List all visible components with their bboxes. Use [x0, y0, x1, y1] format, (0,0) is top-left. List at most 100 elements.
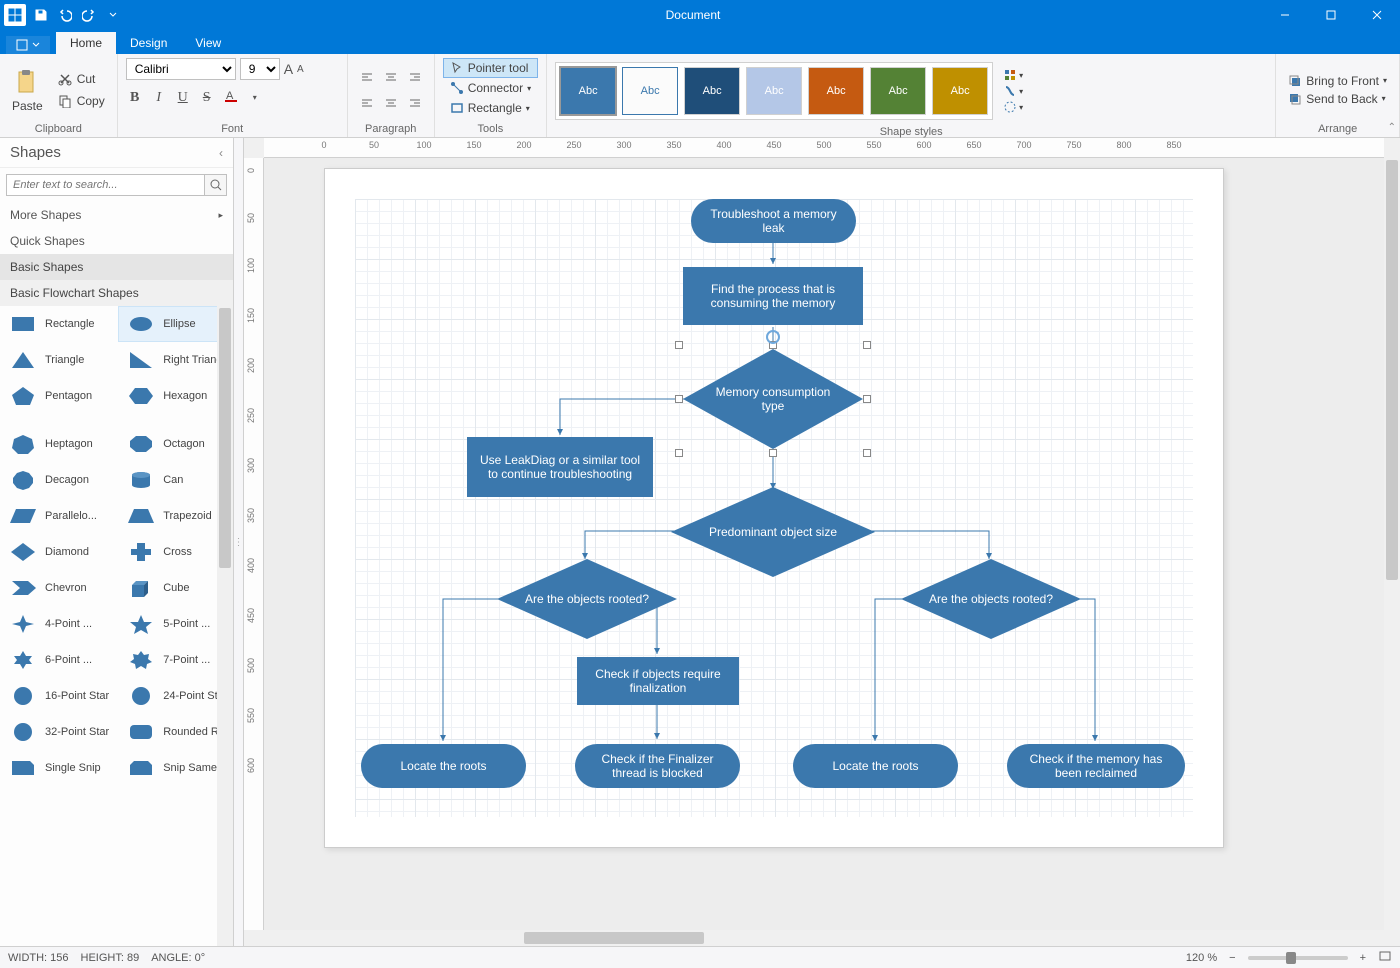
vertical-scrollbar[interactable]: [1384, 158, 1400, 930]
shape-stencil-item[interactable]: Rounded Rectangle: [118, 714, 233, 750]
copy-button[interactable]: Copy: [53, 91, 109, 111]
canvas-viewport[interactable]: Troubleshoot a memory leak Find the proc…: [264, 158, 1384, 930]
undo-icon[interactable]: [54, 4, 76, 26]
shape-stencil-item[interactable]: 4-Point ...: [0, 606, 118, 642]
shape-stencil-item[interactable]: Cube: [118, 570, 233, 606]
shape-stencil-item[interactable]: Single Snip: [0, 750, 118, 786]
shape-style-swatch[interactable]: Abc: [932, 67, 988, 115]
strike-button[interactable]: S: [198, 90, 216, 106]
font-name-select[interactable]: Calibri: [126, 58, 236, 80]
shape-style-swatch[interactable]: Abc: [746, 67, 802, 115]
node-start[interactable]: Troubleshoot a memory leak: [691, 199, 856, 243]
shape-style-gallery[interactable]: AbcAbcAbcAbcAbcAbcAbc: [555, 62, 993, 120]
align-top-right[interactable]: [404, 67, 426, 89]
close-button[interactable]: [1354, 0, 1400, 30]
align-bottom-left[interactable]: [356, 91, 378, 113]
more-shapes-link[interactable]: More Shapes▸: [0, 202, 233, 228]
rotate-handle-icon[interactable]: [765, 329, 781, 345]
shape-stencil-item[interactable]: Heptagon: [0, 426, 118, 462]
shape-stencil-item[interactable]: Cross: [118, 534, 233, 570]
shape-style-swatch[interactable]: Abc: [684, 67, 740, 115]
node-process-finalization[interactable]: Check if objects require finalization: [577, 657, 739, 705]
shape-stencil-item[interactable]: Pentagon: [0, 378, 118, 414]
cut-button[interactable]: Cut: [53, 69, 109, 89]
qat-dropdown-icon[interactable]: [102, 4, 124, 26]
align-bottom-right[interactable]: [404, 91, 426, 113]
rectangle-tool-button[interactable]: Rectangle ▾: [443, 98, 538, 118]
file-menu[interactable]: [6, 36, 50, 54]
shapes-search-input[interactable]: [6, 174, 205, 196]
paste-button[interactable]: Paste: [8, 65, 47, 115]
node-terminal-finalizer[interactable]: Check if the Finalizer thread is blocked: [575, 744, 740, 788]
minimize-button[interactable]: [1262, 0, 1308, 30]
shape-stencil-item[interactable]: Triangle: [0, 342, 118, 378]
zoom-slider[interactable]: [1248, 956, 1348, 960]
decrease-font-icon[interactable]: A: [297, 64, 304, 75]
shape-stencil-item[interactable]: Ellipse: [118, 306, 233, 342]
align-top-left[interactable]: [356, 67, 378, 89]
shape-stencil-item[interactable]: Can: [118, 462, 233, 498]
underline-button[interactable]: U: [174, 90, 192, 106]
node-decision-rooted-left[interactable]: Are the objects rooted?: [497, 559, 677, 639]
bring-front-button[interactable]: Bring to Front▾: [1284, 73, 1391, 89]
shape-stencil-item[interactable]: 7-Point ...: [118, 642, 233, 678]
shape-stencil-item[interactable]: Chevron: [0, 570, 118, 606]
node-terminal-reclaimed[interactable]: Check if the memory has been reclaimed: [1007, 744, 1185, 788]
align-bottom-center[interactable]: [380, 91, 402, 113]
tab-home[interactable]: Home: [56, 32, 116, 54]
font-color-button[interactable]: A: [222, 88, 240, 107]
style-line-button[interactable]: ▾: [1003, 84, 1023, 98]
quick-shapes-link[interactable]: Quick Shapes: [0, 228, 233, 254]
shape-stencil-item[interactable]: 24-Point Star: [118, 678, 233, 714]
bold-button[interactable]: B: [126, 90, 144, 106]
shape-stencil-item[interactable]: Right Triangle: [118, 342, 233, 378]
shape-stencil-item[interactable]: Rectangle: [0, 306, 118, 342]
font-size-select[interactable]: 9: [240, 58, 280, 80]
increase-font-icon[interactable]: A: [284, 61, 293, 77]
shape-stencil-item[interactable]: Snip Same: [118, 750, 233, 786]
shape-style-swatch[interactable]: Abc: [622, 67, 678, 115]
collapse-panel-icon[interactable]: ‹: [219, 146, 223, 160]
shape-style-swatch[interactable]: Abc: [560, 67, 616, 115]
pointer-tool-button[interactable]: Pointer tool: [443, 58, 538, 78]
horizontal-scrollbar[interactable]: [264, 930, 1384, 946]
shape-stencil-item[interactable]: 32-Point Star: [0, 714, 118, 750]
zoom-in-button[interactable]: +: [1360, 952, 1366, 964]
font-color-dropdown[interactable]: ▾: [246, 93, 264, 102]
node-terminal-roots-1[interactable]: Locate the roots: [361, 744, 526, 788]
ribbon-collapse-icon[interactable]: ⌃: [1388, 122, 1396, 133]
redo-icon[interactable]: [78, 4, 100, 26]
shape-style-swatch[interactable]: Abc: [870, 67, 926, 115]
send-back-button[interactable]: Send to Back▾: [1284, 91, 1391, 107]
shapes-scrollbar[interactable]: [217, 306, 233, 946]
node-process-find[interactable]: Find the process that is consuming the m…: [683, 267, 863, 325]
connector-tool-button[interactable]: Connector ▾: [443, 78, 538, 98]
shape-stencil-item[interactable]: Parallelo...: [0, 498, 118, 534]
maximize-button[interactable]: [1308, 0, 1354, 30]
tab-design[interactable]: Design: [116, 32, 181, 54]
zoom-fit-button[interactable]: [1378, 949, 1392, 966]
italic-button[interactable]: I: [150, 90, 168, 106]
style-effect-button[interactable]: ▾: [1003, 100, 1023, 114]
shape-stencil-item[interactable]: 5-Point ...: [118, 606, 233, 642]
node-process-leakdiag[interactable]: Use LeakDiag or a similar tool to contin…: [467, 437, 653, 497]
shape-style-swatch[interactable]: Abc: [808, 67, 864, 115]
node-decision-objsize[interactable]: Predominant object size: [671, 487, 875, 577]
node-decision-rooted-right[interactable]: Are the objects rooted?: [901, 559, 1081, 639]
style-fill-button[interactable]: ▾: [1003, 68, 1023, 82]
align-top-center[interactable]: [380, 67, 402, 89]
save-icon[interactable]: [30, 4, 52, 26]
search-button[interactable]: [205, 174, 227, 196]
panel-splitter[interactable]: ⋮: [234, 138, 244, 946]
tab-view[interactable]: View: [181, 32, 235, 54]
flowchart-shapes-header[interactable]: Basic Flowchart Shapes: [0, 280, 233, 306]
zoom-out-button[interactable]: −: [1229, 952, 1235, 964]
shape-stencil-item[interactable]: Trapezoid: [118, 498, 233, 534]
node-terminal-roots-2[interactable]: Locate the roots: [793, 744, 958, 788]
shape-stencil-item[interactable]: 6-Point ...: [0, 642, 118, 678]
shape-stencil-item[interactable]: 16-Point Star: [0, 678, 118, 714]
shape-stencil-item[interactable]: Hexagon: [118, 378, 233, 414]
shape-stencil-item[interactable]: Octagon: [118, 426, 233, 462]
basic-shapes-header[interactable]: Basic Shapes: [0, 254, 233, 280]
shape-stencil-item[interactable]: Decagon: [0, 462, 118, 498]
